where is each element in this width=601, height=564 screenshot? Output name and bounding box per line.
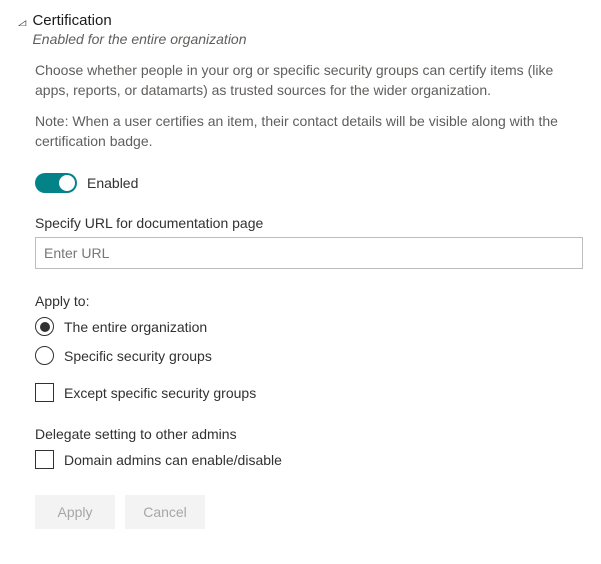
chevron-expand-icon[interactable]: ◿ bbox=[18, 18, 26, 27]
cancel-button[interactable]: Cancel bbox=[125, 495, 205, 529]
radio-specific-security-groups-label: Specific security groups bbox=[64, 348, 212, 364]
radio-entire-organization[interactable] bbox=[35, 317, 54, 336]
checkbox-except-groups-label: Except specific security groups bbox=[64, 385, 256, 401]
toggle-knob bbox=[59, 175, 75, 191]
url-field-label: Specify URL for documentation page bbox=[35, 215, 583, 231]
checkbox-domain-admins-label: Domain admins can enable/disable bbox=[64, 452, 282, 468]
delegate-label: Delegate setting to other admins bbox=[35, 426, 583, 442]
note-text: Note: When a user certifies an item, the… bbox=[35, 112, 583, 151]
checkbox-except-groups[interactable] bbox=[35, 383, 54, 402]
checkbox-domain-admins[interactable] bbox=[35, 450, 54, 469]
section-title: Certification bbox=[32, 12, 583, 29]
apply-to-label: Apply to: bbox=[35, 293, 583, 309]
section-header: ◿ Certification Enabled for the entire o… bbox=[18, 12, 583, 47]
apply-button[interactable]: Apply bbox=[35, 495, 115, 529]
documentation-url-input[interactable] bbox=[35, 237, 583, 269]
section-subtitle: Enabled for the entire organization bbox=[32, 31, 583, 47]
title-block: Certification Enabled for the entire org… bbox=[32, 12, 583, 47]
toggle-state-label: Enabled bbox=[87, 175, 138, 191]
description-text: Choose whether people in your org or spe… bbox=[35, 61, 583, 100]
radio-entire-organization-label: The entire organization bbox=[64, 319, 207, 335]
enabled-toggle[interactable] bbox=[35, 173, 77, 193]
radio-specific-security-groups[interactable] bbox=[35, 346, 54, 365]
